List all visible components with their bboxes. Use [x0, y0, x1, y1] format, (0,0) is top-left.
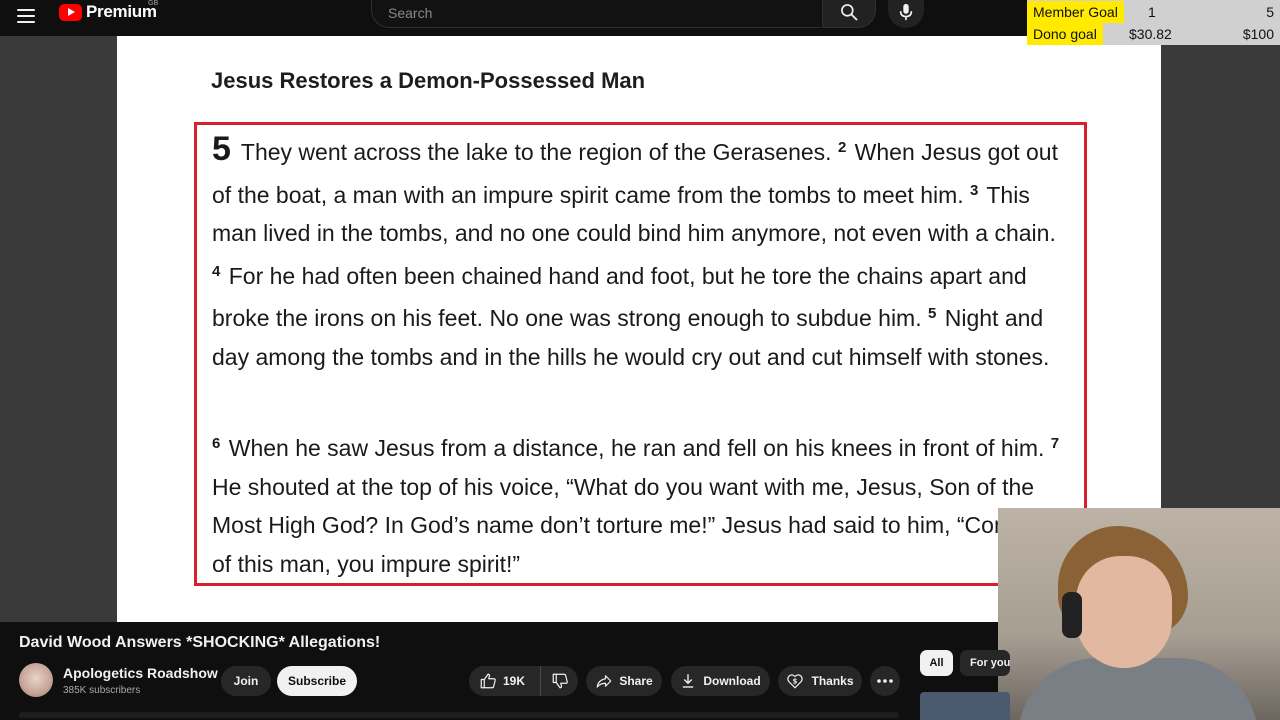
youtube-play-icon — [59, 3, 82, 21]
share-icon — [596, 675, 612, 688]
scripture-paragraph-1: 5 They went across the lake to the regio… — [212, 129, 1072, 377]
share-label: Share — [619, 674, 653, 688]
headphones-icon — [1062, 592, 1082, 638]
streamer-webcam — [998, 508, 1280, 720]
join-button[interactable]: Join — [221, 666, 271, 696]
download-label: Download — [703, 674, 761, 688]
thanks-heart-dollar-icon: $ — [787, 674, 804, 689]
subscriber-count: 385K subscribers — [63, 685, 141, 696]
member-goal-current: 1 — [1148, 4, 1156, 20]
search-button[interactable] — [822, 0, 876, 28]
related-video-thumbnail[interactable] — [920, 692, 1010, 720]
download-icon — [683, 674, 694, 688]
verse-text: For he had often been chained hand and f… — [212, 262, 1027, 332]
voice-search-button[interactable] — [888, 0, 924, 28]
verse-text: When he saw Jesus from a distance, he ra… — [222, 435, 1051, 461]
share-button[interactable]: Share — [586, 666, 662, 696]
chip-all[interactable]: All — [920, 650, 953, 676]
scripture-paragraph-2: 6 When he saw Jesus from a distance, he … — [212, 425, 1072, 583]
thumbs-down-icon — [552, 673, 568, 689]
dislike-button[interactable] — [541, 666, 578, 696]
member-goal-row: Member Goal 1 5 — [1027, 1, 1280, 23]
logo-text: Premium — [86, 2, 157, 21]
subscribe-button[interactable]: Subscribe — [277, 666, 357, 696]
like-dislike-group: 19K — [469, 666, 578, 696]
verse-text: He shouted at the top of his voice, “Wha… — [212, 473, 1065, 577]
youtube-premium-logo[interactable]: Premium GB — [59, 0, 159, 22]
svg-text:$: $ — [793, 677, 798, 685]
like-count: 19K — [503, 674, 526, 688]
chapter-number: 5 — [212, 130, 231, 168]
hamburger-menu-icon[interactable] — [17, 4, 41, 28]
chip-for-you[interactable]: For you — [960, 650, 1010, 676]
thanks-label: Thanks — [811, 674, 854, 688]
passage-heading: Jesus Restores a Demon-Possessed Man — [211, 68, 646, 93]
dono-goal-current: $30.82 — [1129, 26, 1172, 42]
like-button[interactable]: 19K — [469, 666, 541, 696]
search-box — [371, 0, 821, 28]
channel-name[interactable]: Apologetics Roadshow — [63, 665, 218, 681]
search-input[interactable] — [386, 4, 810, 22]
member-goal-label: Member Goal — [1027, 1, 1124, 23]
more-horizontal-icon — [877, 679, 893, 683]
thumbs-up-icon — [480, 673, 496, 689]
download-button[interactable]: Download — [671, 666, 770, 696]
verse-text: They went across the lake to the region … — [234, 139, 838, 165]
more-actions-button[interactable] — [870, 666, 900, 696]
logo-country-code: GB — [148, 0, 159, 7]
youtube-watch-page: Premium GB Jesus Restores a Demon-Posses… — [0, 0, 1280, 720]
dono-goal-label: Dono goal — [1027, 23, 1103, 45]
search-icon — [841, 4, 858, 21]
thanks-button[interactable]: $ Thanks — [778, 666, 862, 696]
dono-goal-row: Dono goal $30.82 $100 — [1027, 23, 1280, 45]
video-title: David Wood Answers *SHOCKING* Allegation… — [19, 634, 381, 651]
stream-goals-overlay: Member Goal 1 5 Dono goal $30.82 $100 — [1027, 0, 1280, 45]
verse-number: 3 — [970, 181, 979, 199]
verse-number: 7 — [1050, 435, 1060, 452]
verse-number: 4 — [212, 262, 221, 280]
verse-number: 2 — [837, 139, 847, 156]
channel-avatar[interactable] — [19, 663, 53, 697]
verse-number: 6 — [212, 435, 221, 452]
scripture-box: 5 They went across the lake to the regio… — [194, 122, 1087, 586]
scroll-track — [19, 712, 899, 718]
member-goal-target: 5 — [1266, 4, 1274, 20]
verse-number: 5 — [928, 305, 937, 323]
microphone-icon — [899, 3, 913, 21]
dono-goal-target: $100 — [1242, 26, 1274, 42]
